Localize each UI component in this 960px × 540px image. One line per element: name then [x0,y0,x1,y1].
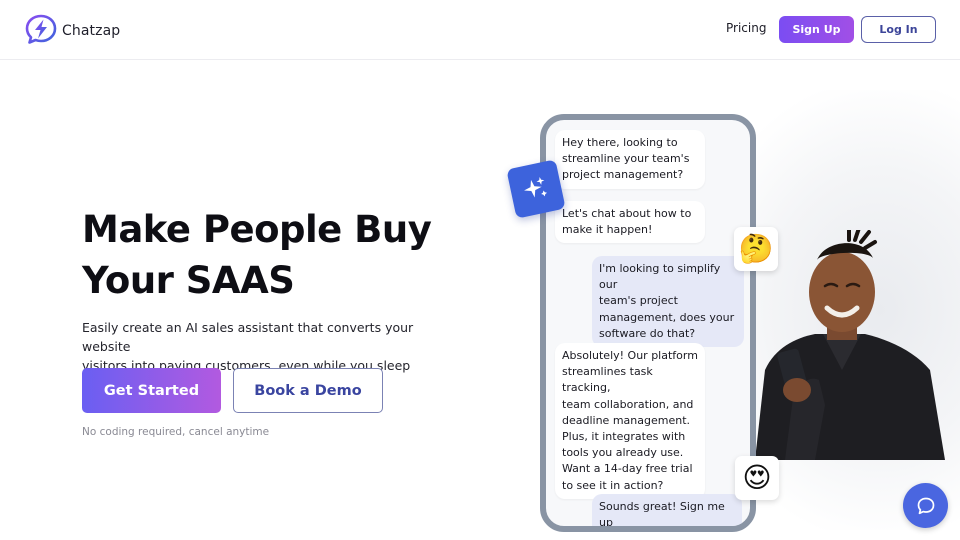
brand-logo[interactable]: Chatzap [24,12,120,50]
chat-message-bot: Absolutely! Our platform streamlines tas… [555,343,705,499]
chat-message-user: I'm looking to simplify our team's proje… [592,256,744,348]
heart-eyes-emoji: 😍 [742,461,772,494]
hero-title-line-1: Make People Buy [82,208,432,251]
chat-line: streamline your team's [562,152,690,166]
chat-line: team's project [599,294,678,308]
chat-line: deadline management. [562,413,691,427]
sparkle-icon [506,159,566,219]
hero-note: No coding required, cancel anytime [82,426,270,438]
chatzap-logo-icon [24,12,58,50]
chat-line: tools you already use. [562,446,684,460]
chat-line: streamlines task tracking, [562,365,653,395]
hero-subtitle-line-1: Easily create an AI sales assistant that… [82,320,414,354]
heart-eyes-emoji-icon: 😍 [735,456,779,500]
chat-message-user: Sounds great! Sign me up [592,494,742,530]
chat-line: project management? [562,168,684,182]
sign-up-button[interactable]: Sign Up [779,16,854,43]
hero-title: Make People Buy Your SAAS [82,204,502,306]
get-started-button[interactable]: Get Started [82,368,221,413]
chat-widget-button[interactable] [903,483,948,528]
brand-name: Chatzap [62,23,121,39]
chat-line: I'm looking to simplify our [599,262,721,292]
hero-subtitle: Easily create an AI sales assistant that… [82,318,462,375]
site-header: Chatzap Pricing Sign Up Log In [0,0,960,60]
book-demo-button[interactable]: Book a Demo [233,368,383,413]
thinking-emoji-icon: 🤔 [734,227,778,271]
chat-line: make it happen! [562,223,653,237]
chat-line: team collaboration, and [562,397,694,411]
chat-bubble-icon [917,497,934,514]
phone-mockup: Hey there, looking to streamline your te… [540,114,756,532]
chat-line: Want a 14-day free trial [562,462,693,476]
chat-message-bot: Hey there, looking to streamline your te… [555,130,705,189]
chat-line: Let's chat about how to [562,207,692,220]
chat-line: management, does your [599,310,735,324]
chat-line: software do that? [599,326,696,340]
chat-line: Plus, it integrates with [562,430,686,444]
thinking-emoji: 🤔 [738,232,774,265]
chat-line: Hey there, looking to [562,136,678,149]
log-in-button[interactable]: Log In [861,16,936,43]
chat-line: to see it in action? [562,478,664,492]
chat-line: Sounds great! Sign me up [599,500,725,530]
hero-title-line-2: Your SAAS [82,259,295,302]
nav-pricing-link[interactable]: Pricing [726,21,766,35]
chat-line: Absolutely! Our platform [562,349,698,362]
chat-message-bot: Let's chat about how to make it happen! [555,201,705,244]
